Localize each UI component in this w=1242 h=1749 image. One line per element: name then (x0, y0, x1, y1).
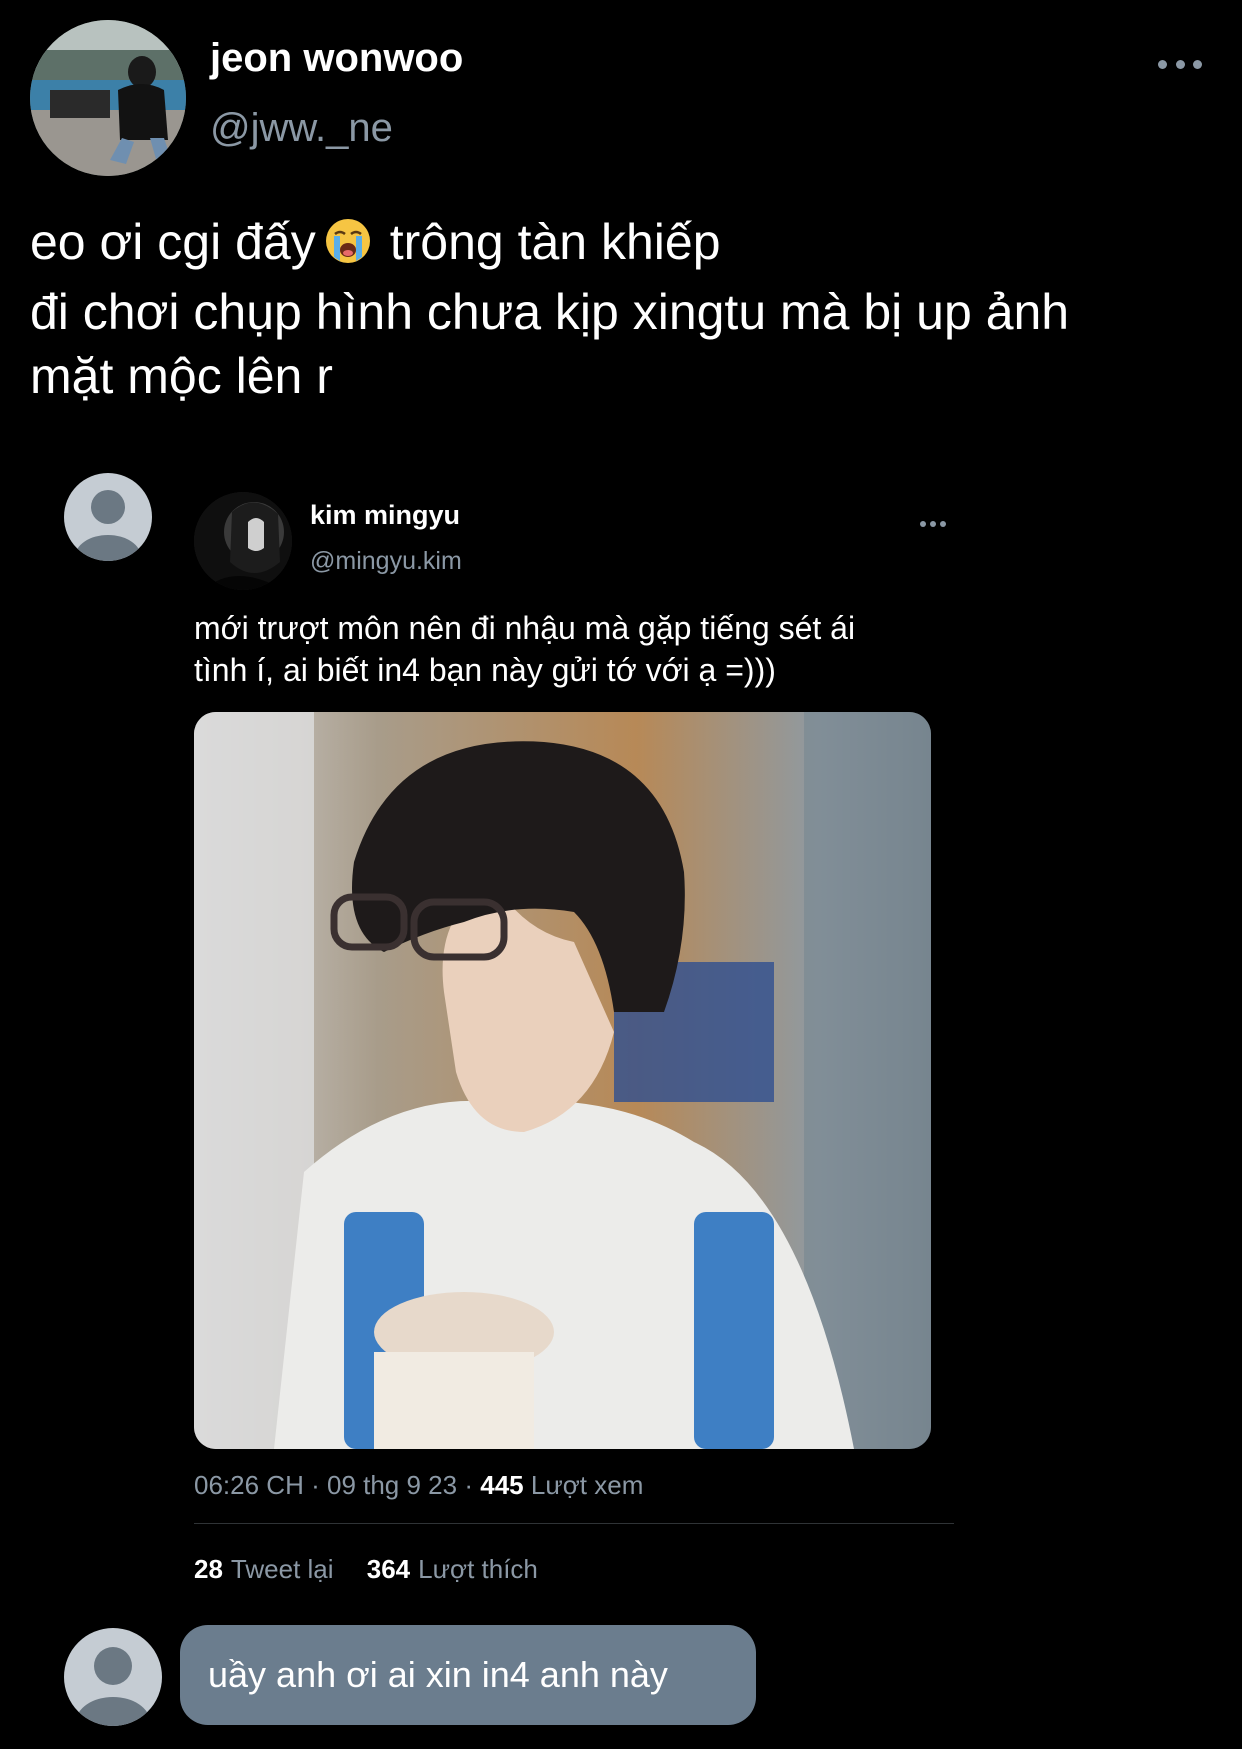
likes-stat[interactable]: 364 Lượt thích (367, 1554, 538, 1584)
tweet-text-line-3: mặt mộc lên r (30, 348, 333, 404)
likes-label: Lượt thích (418, 1554, 538, 1584)
loudly-crying-face-icon (324, 216, 372, 280)
tweet-time[interactable]: 06:26 CH (194, 1470, 304, 1500)
author-handle[interactable]: @jww._ne (210, 104, 393, 152)
quoted-text-line-2: tình í, ai biết in4 bạn này gửi tớ với ạ… (194, 652, 776, 688)
tweet-text-line-1: eo ơi cgi đấy trông tàn khiếp (30, 210, 1220, 280)
views-label: Lượt xem (530, 1470, 644, 1500)
quoted-author-avatar[interactable] (194, 492, 292, 590)
meta-separator: · (464, 1470, 474, 1500)
reply-text: uầy anh ơi ai xin in4 anh này (208, 1654, 668, 1695)
tweet-text: eo ơi cgi đấy trông tàn khiếp đi chơi ch… (30, 210, 1220, 408)
tweet-text-line-2: đi chơi chụp hình chưa kịp xingtu mà bị … (30, 284, 1070, 340)
quoted-more-options-icon[interactable] (920, 520, 946, 528)
default-avatar[interactable] (64, 473, 152, 561)
tweet-meta: 06:26 CH · 09 thg 9 23 · 445 Lượt xem (194, 1469, 643, 1501)
quoted-author-handle[interactable]: @mingyu.kim (310, 545, 462, 577)
meta-separator: · (311, 1470, 320, 1500)
quoted-tweet-text: mới trượt môn nên đi nhậu mà gặp tiếng s… (194, 607, 954, 691)
retweets-count: 28 (194, 1554, 223, 1584)
likes-count: 364 (366, 1554, 411, 1584)
quoted-text-line-1: mới trượt môn nên đi nhậu mà gặp tiếng s… (194, 610, 856, 646)
reply-avatar[interactable] (64, 1628, 162, 1726)
retweets-stat[interactable]: 28 Tweet lại (194, 1554, 334, 1584)
engagement-stats: 28 Tweet lại 364 Lượt thích (194, 1553, 564, 1585)
more-options-icon[interactable] (1158, 54, 1202, 74)
tweet-photo[interactable] (194, 712, 931, 1449)
author-avatar[interactable] (30, 20, 186, 176)
views-count: 445 (480, 1470, 524, 1500)
tweet-date[interactable]: 09 thg 9 23 (327, 1470, 457, 1500)
quoted-author-name[interactable]: kim mingyu (310, 499, 460, 531)
reply-message-bubble[interactable]: uầy anh ơi ai xin in4 anh này (180, 1625, 756, 1725)
retweets-label: Tweet lại (230, 1554, 334, 1584)
author-name[interactable]: jeon wonwoo (210, 34, 463, 82)
divider (194, 1523, 954, 1524)
